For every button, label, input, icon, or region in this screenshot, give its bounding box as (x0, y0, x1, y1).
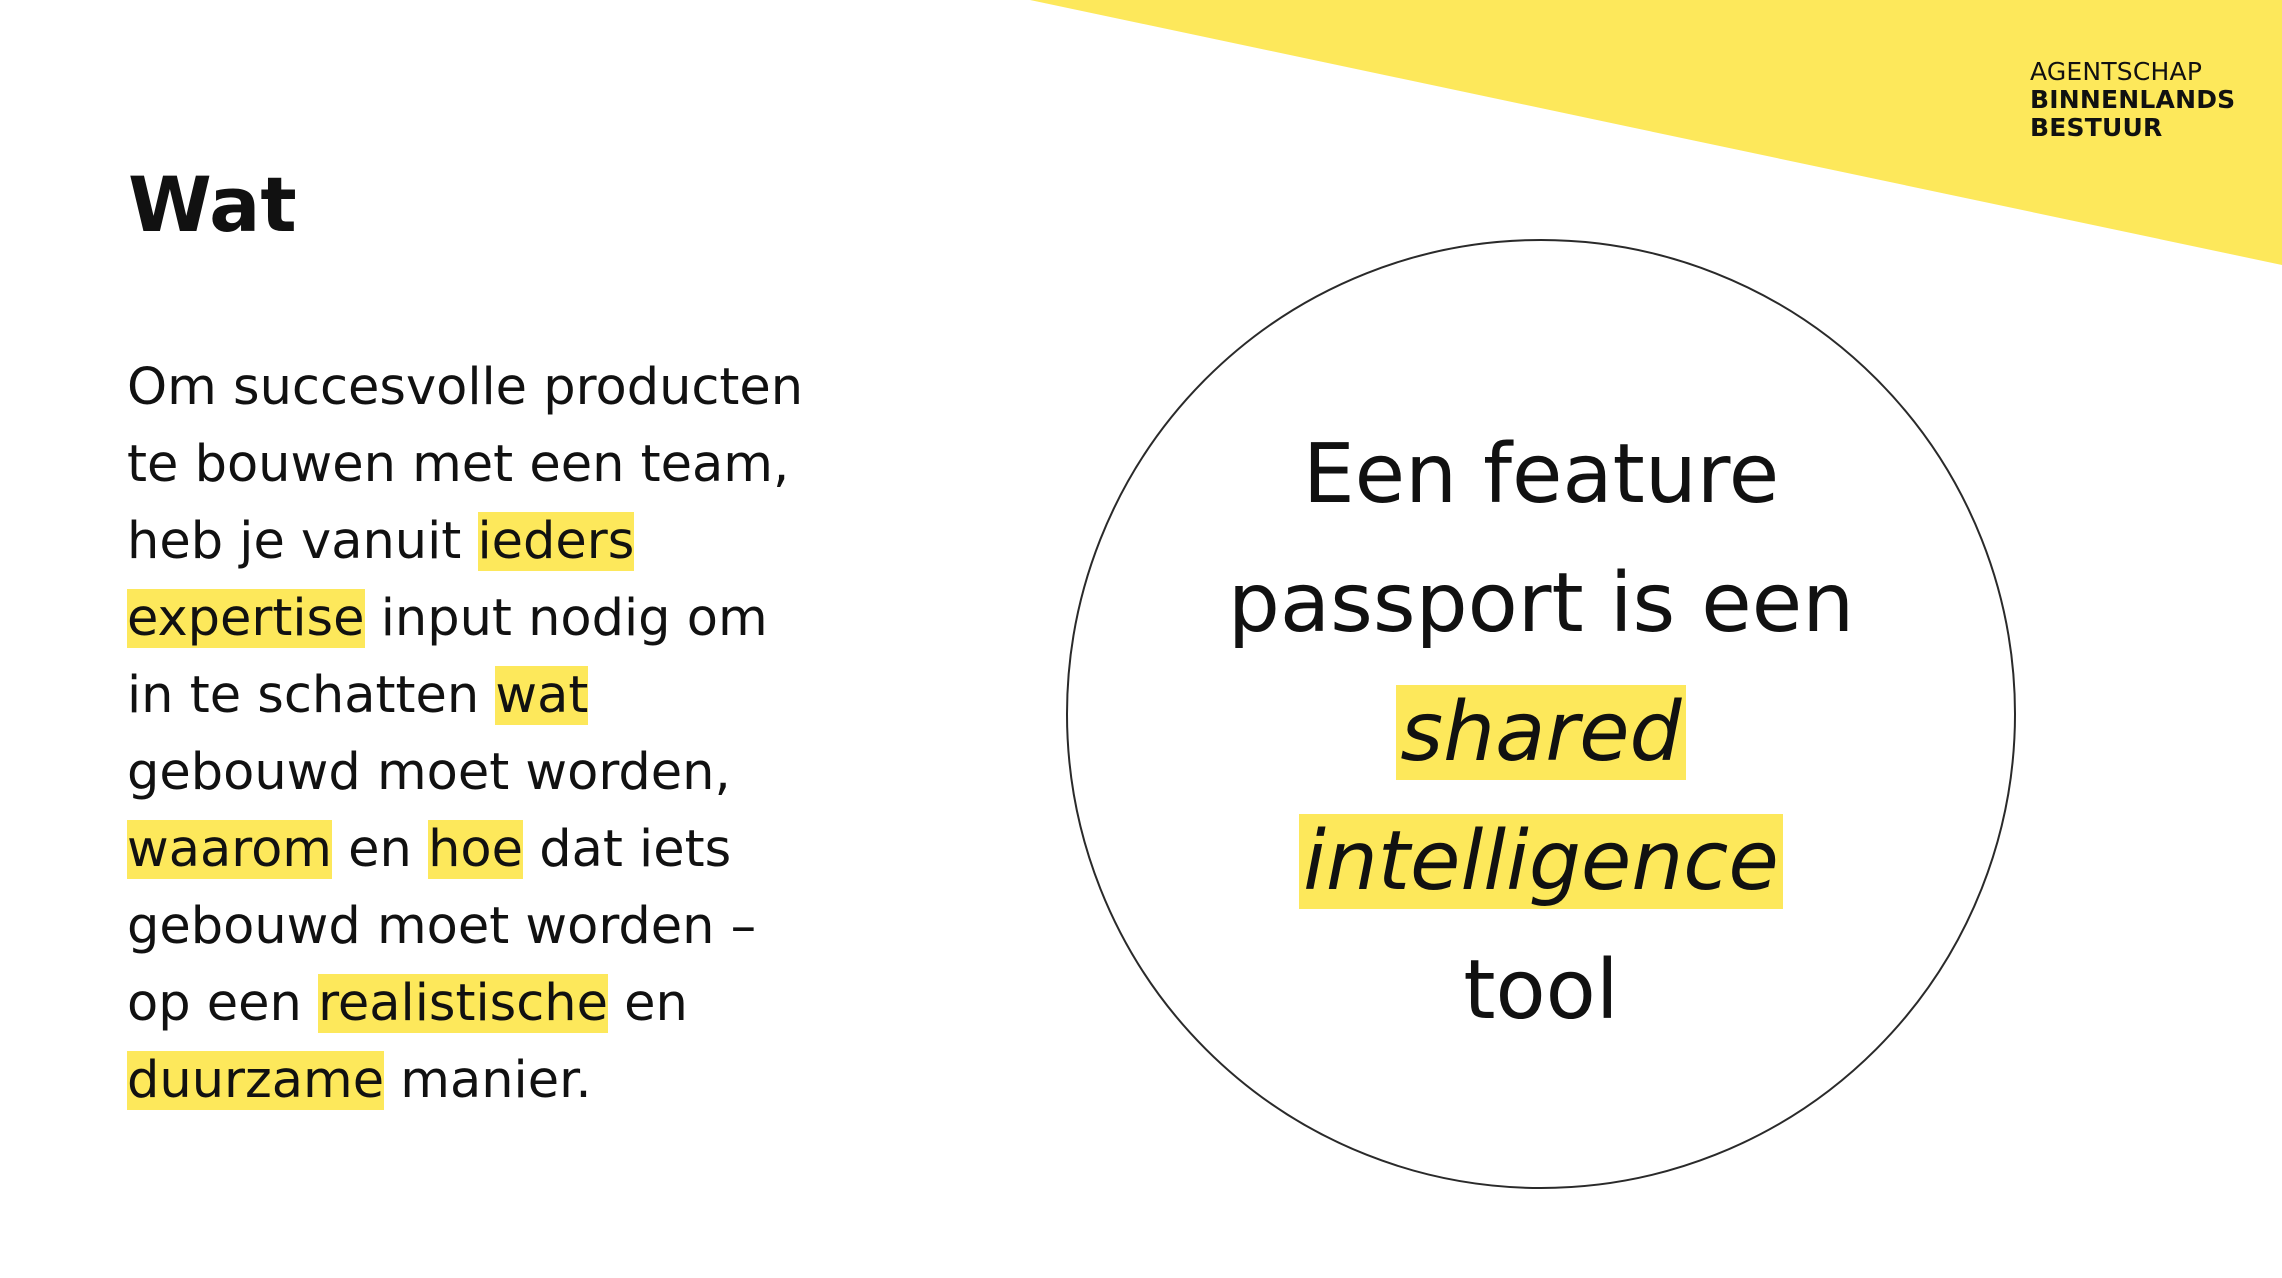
body-text-segment: Om succesvolle producten te bouwen met e… (127, 358, 804, 571)
highlight-waarom: waarom (127, 820, 332, 879)
highlight-shared: shared (1396, 685, 1686, 780)
body-text-segment: en (607, 974, 688, 1033)
highlight-wat: wat (495, 666, 589, 725)
highlight-duurzame: duurzame (127, 1051, 385, 1110)
circle-line-4: intelligence (1066, 797, 2016, 926)
circle-line-5: tool (1463, 943, 1619, 1038)
highlight-hoe: hoe (428, 820, 523, 879)
circle-statement: Een feature passport is een shared intel… (1066, 410, 2016, 1055)
logo-line-2: BINNENLANDS (2030, 85, 2236, 114)
agency-logo: AGENTSCHAP BINNENLANDS BESTUUR (2030, 58, 2235, 142)
body-text-segment: manier. (384, 1051, 592, 1110)
logo-line-3: BESTUUR (2030, 113, 2163, 142)
slide-title: Wat (128, 160, 297, 249)
slide: AGENTSCHAP BINNENLANDS BESTUUR Wat Om su… (0, 0, 2282, 1278)
circle-line-3: shared (1066, 668, 2016, 797)
body-paragraph: Om succesvolle producten te bouwen met e… (127, 349, 807, 1119)
body-text-segment: gebouwd moet worden, (127, 743, 731, 802)
logo-line-1: AGENTSCHAP (2030, 57, 2203, 86)
circle-line-1: Een feature (1302, 427, 1780, 522)
highlight-intelligence: intelligence (1299, 814, 1783, 909)
body-text-segment: en (331, 820, 429, 879)
circle-line-2: passport is een (1227, 556, 1855, 651)
highlight-realistische: realistische (318, 974, 608, 1033)
